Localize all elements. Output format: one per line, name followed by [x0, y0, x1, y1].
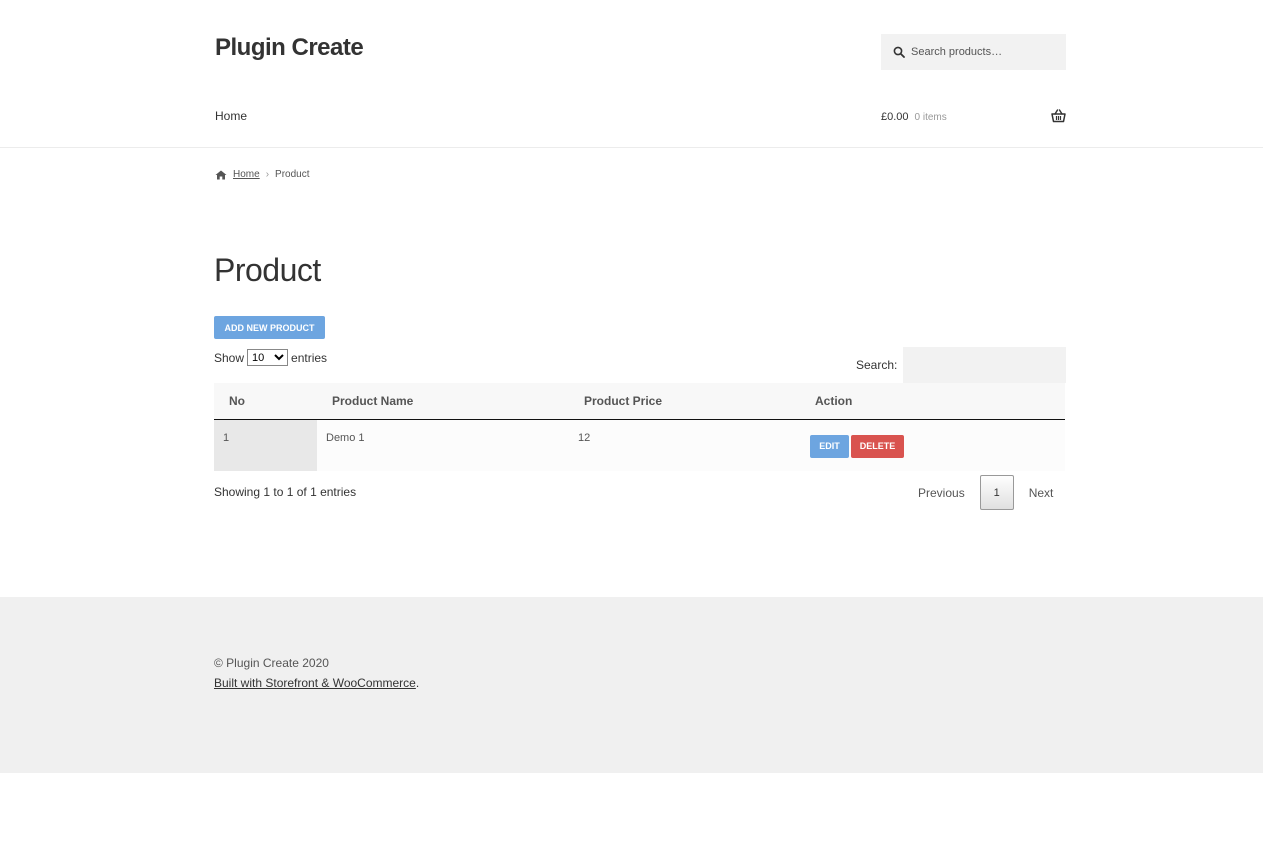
entries-label: entries	[291, 350, 328, 365]
page-title: Product	[214, 252, 321, 288]
pagination-page-1[interactable]: 1	[979, 475, 1014, 510]
search-input[interactable]	[911, 46, 1061, 58]
table-row: 1 Demo 1 12 EDIT DELETE	[214, 419, 1065, 471]
pagination: Previous 1 Next	[904, 475, 1053, 510]
breadcrumb-separator: ›	[265, 169, 270, 180]
basket-icon[interactable]	[1051, 109, 1066, 123]
cart-amount: £0.00	[881, 111, 909, 123]
header-divider	[0, 147, 1263, 148]
breadcrumb-current: Product	[275, 169, 310, 180]
home-icon	[215, 170, 227, 179]
cell-no: 1	[214, 419, 317, 471]
nav-home-link[interactable]: Home	[215, 109, 247, 123]
footer-credit-suffix: .	[415, 676, 420, 690]
cart-summary[interactable]: £0.00 0 items	[881, 109, 1066, 125]
page-length-control: Show 10 entries	[214, 349, 327, 366]
site-footer: © Plugin Create 2020 Built with Storefro…	[0, 597, 1263, 773]
pagination-next[interactable]: Next	[1029, 486, 1054, 500]
column-header-product-name[interactable]: Product Name	[317, 383, 569, 419]
pagination-previous[interactable]: Previous	[918, 486, 965, 500]
footer-copyright: © Plugin Create 2020	[214, 656, 329, 670]
search-icon	[893, 46, 905, 58]
site-title[interactable]: Plugin Create	[215, 34, 364, 62]
cell-product-name: Demo 1	[326, 431, 365, 444]
show-label: Show	[214, 350, 245, 365]
delete-button[interactable]: DELETE	[851, 434, 904, 458]
table-search-input[interactable]	[903, 347, 1067, 383]
column-header-action[interactable]: Action	[808, 383, 1065, 419]
table-search: Search:	[856, 347, 1067, 383]
footer-credit: Built with Storefront & WooCommerce.	[214, 676, 419, 690]
table-search-label: Search:	[856, 358, 898, 372]
footer-built-with-link[interactable]: Built with Storefront & WooCommerce	[214, 676, 416, 690]
cell-action: EDIT DELETE	[808, 419, 1065, 471]
cart-count: 0 items	[914, 111, 947, 123]
table-info: Showing 1 to 1 of 1 entries	[214, 485, 357, 499]
breadcrumb: Home › Product	[215, 169, 310, 180]
column-header-no[interactable]: No	[214, 383, 317, 419]
column-header-product-price[interactable]: Product Price	[569, 383, 808, 419]
edit-button[interactable]: EDIT	[810, 434, 849, 458]
product-search	[881, 34, 1066, 70]
table-header-row: No Product Name Product Price Action	[214, 383, 1065, 419]
breadcrumb-home-link[interactable]: Home	[233, 169, 260, 180]
page-length-select[interactable]: 10	[247, 349, 289, 366]
add-new-product-button[interactable]: ADD NEW PRODUCT	[214, 316, 325, 339]
cell-product-price: 12	[578, 431, 591, 444]
product-table: No Product Name Product Price Action 1 D…	[214, 383, 1065, 471]
